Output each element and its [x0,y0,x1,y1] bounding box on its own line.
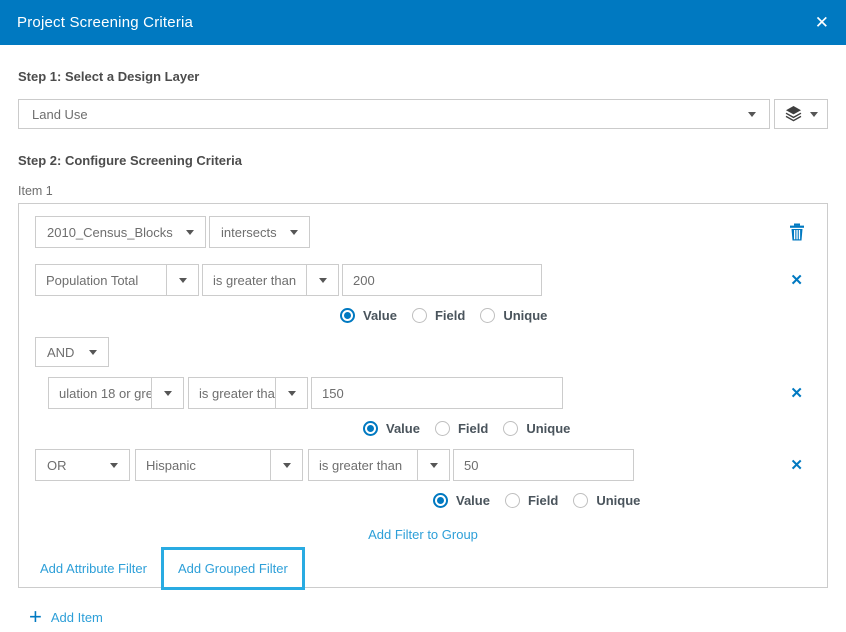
radio-unique-label: Unique [596,493,640,508]
operator-value-2: is greater than [189,378,275,408]
value-input-1[interactable] [342,264,542,296]
layer-options-button[interactable] [774,99,828,129]
plus-icon: + [29,608,42,626]
group-logical-operator-select[interactable]: AND [35,337,109,367]
value-input-3[interactable] [453,449,634,481]
filter-links-row: Add Attribute Filter Add Grouped Filter [40,546,811,591]
radio-field-1[interactable] [412,308,427,323]
remove-filter-1-icon[interactable]: ✕ [790,273,803,288]
step1-label: Step 1: Select a Design Layer [18,69,828,84]
step2-label: Step 2: Configure Screening Criteria [18,153,828,168]
close-icon[interactable]: ✕ [815,14,829,31]
operator-value-1: is greater than [203,265,306,295]
layers-icon [785,106,802,122]
radio-value-label: Value [456,493,490,508]
radio-value-1[interactable] [340,308,355,323]
radio-unique-3[interactable] [573,493,588,508]
remove-filter-3-icon[interactable]: ✕ [790,458,803,473]
add-item-link[interactable]: Add Item [51,610,103,625]
radio-unique-label: Unique [503,308,547,323]
dialog-title: Project Screening Criteria [17,14,193,31]
spatial-operator-select[interactable]: intersects [209,216,310,248]
operator-select-1[interactable]: is greater than [202,264,339,296]
add-filter-to-group-link[interactable]: Add Filter to Group [368,527,478,542]
spatial-filter-row: 2010_Census_Blocks intersects [35,216,811,248]
field-value-1: Population Total [36,265,166,295]
census-layer-select[interactable]: 2010_Census_Blocks [35,216,206,248]
radio-value-label: Value [386,421,420,436]
value-input-2[interactable] [311,377,563,409]
filter3-logical-operator-value: OR [47,458,67,473]
radio-field-label: Field [528,493,558,508]
project-screening-criteria-dialog: Project Screening Criteria ✕ Step 1: Sel… [0,0,846,632]
item-panel: 2010_Census_Blocks intersects [18,203,828,588]
radio-value-label: Value [363,308,397,323]
chevron-down-icon [430,463,438,468]
group-logical-operator-value: AND [47,345,74,360]
value-type-radios-1: Value Field Unique [340,308,811,323]
field-select-3[interactable]: Hispanic [135,449,303,481]
chevron-down-icon [164,391,172,396]
chevron-down-icon [290,230,298,235]
add-item-row[interactable]: + Add Item [29,608,828,626]
operator-select-2[interactable]: is greater than [188,377,308,409]
value-type-radios-3: Value Field Unique [433,493,811,508]
item-label: Item 1 [18,184,828,198]
field-select-2[interactable]: ulation 18 or greater [48,377,184,409]
add-attribute-filter-link[interactable]: Add Attribute Filter [40,561,147,576]
chevron-down-icon [283,463,291,468]
dialog-header: Project Screening Criteria ✕ [0,0,846,45]
value-type-radios-2: Value Field Unique [363,421,811,436]
chevron-down-icon [288,391,296,396]
chevron-down-icon [89,350,97,355]
radio-field-3[interactable] [505,493,520,508]
radio-field-label: Field [458,421,488,436]
chevron-down-icon [179,278,187,283]
field-select-1[interactable]: Population Total [35,264,199,296]
attribute-filter-row-3: OR Hispanic is greater than ✕ [35,449,811,481]
radio-field-2[interactable] [435,421,450,436]
census-layer-value: 2010_Census_Blocks [47,225,173,240]
radio-unique-2[interactable] [503,421,518,436]
chevron-down-icon [186,230,194,235]
remove-filter-2-icon[interactable]: ✕ [790,386,803,401]
spatial-operator-value: intersects [221,225,277,240]
chevron-down-icon [110,463,118,468]
chevron-down-icon [319,278,327,283]
add-filter-to-group-row: Add Filter to Group [35,526,811,544]
trash-icon [789,223,805,241]
design-layer-select[interactable]: Land Use [18,99,770,129]
field-value-2: ulation 18 or greater [49,378,151,408]
design-layer-value: Land Use [32,107,88,122]
radio-unique-1[interactable] [480,308,495,323]
filter3-logical-operator-select[interactable]: OR [35,449,130,481]
chevron-down-icon [810,112,818,117]
logical-operator-row: AND [35,337,811,367]
radio-unique-label: Unique [526,421,570,436]
chevron-down-icon [748,112,756,117]
radio-value-3[interactable] [433,493,448,508]
radio-value-2[interactable] [363,421,378,436]
add-grouped-filter-link[interactable]: Add Grouped Filter [178,561,288,576]
attribute-filter-row-2: ulation 18 or greater is greater than ✕ [48,377,811,409]
dialog-body: Step 1: Select a Design Layer Land Use S… [0,69,846,626]
field-value-3: Hispanic [136,450,270,480]
delete-item-button[interactable] [789,223,805,241]
operator-value-3: is greater than [309,450,417,480]
design-layer-row: Land Use [18,99,828,129]
tutorial-highlight-box: Add Grouped Filter [161,547,305,590]
attribute-filter-row-1: Population Total is greater than ✕ [35,264,811,296]
operator-select-3[interactable]: is greater than [308,449,450,481]
radio-field-label: Field [435,308,465,323]
